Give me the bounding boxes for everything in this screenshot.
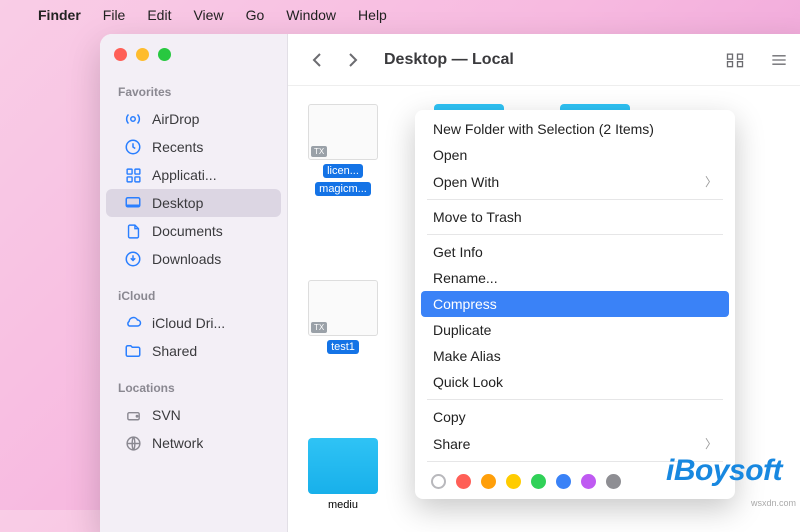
window-controls bbox=[100, 44, 287, 75]
menu-compress[interactable]: Compress bbox=[421, 291, 729, 317]
menu-edit[interactable]: Edit bbox=[147, 7, 171, 23]
close-button[interactable] bbox=[114, 48, 127, 61]
disk-icon bbox=[124, 406, 142, 424]
desktop-icon bbox=[124, 194, 142, 212]
toolbar: Desktop — Local bbox=[288, 34, 800, 86]
file-name: licen... bbox=[323, 164, 363, 178]
zoom-button[interactable] bbox=[158, 48, 171, 61]
cloud-icon bbox=[124, 314, 142, 332]
tag-green[interactable] bbox=[531, 474, 546, 489]
section-title: Locations bbox=[100, 377, 287, 401]
section-title: Favorites bbox=[100, 81, 287, 105]
globe-icon bbox=[124, 434, 142, 452]
menu-copy[interactable]: Copy bbox=[421, 404, 729, 430]
menu-window[interactable]: Window bbox=[286, 7, 336, 23]
back-button[interactable] bbox=[306, 49, 328, 71]
menu-separator bbox=[427, 199, 723, 200]
sidebar-section-locations: Locations SVN Network bbox=[100, 371, 287, 463]
menu-share[interactable]: Share〉 bbox=[421, 430, 729, 457]
menu-view[interactable]: View bbox=[193, 7, 223, 23]
menu-open-with[interactable]: Open With〉 bbox=[421, 168, 729, 195]
menu-make-alias[interactable]: Make Alias bbox=[421, 343, 729, 369]
menu-rename[interactable]: Rename... bbox=[421, 265, 729, 291]
menu-duplicate[interactable]: Duplicate bbox=[421, 317, 729, 343]
clock-icon bbox=[124, 138, 142, 156]
sidebar-item-recents[interactable]: Recents bbox=[106, 133, 281, 161]
file-name: magicm... bbox=[315, 182, 371, 196]
menu-quick-look[interactable]: Quick Look bbox=[421, 369, 729, 395]
folder-item[interactable]: mediu bbox=[300, 438, 386, 512]
sidebar-item-label: SVN bbox=[152, 407, 181, 423]
tag-orange[interactable] bbox=[481, 474, 496, 489]
download-icon bbox=[124, 250, 142, 268]
txt-file-icon: TX bbox=[308, 280, 378, 336]
sidebar-section-icloud: iCloud iCloud Dri... Shared bbox=[100, 279, 287, 371]
tag-none[interactable] bbox=[431, 474, 446, 489]
context-menu[interactable]: New Folder with Selection (2 Items) Open… bbox=[415, 110, 735, 499]
sidebar-item-label: Recents bbox=[152, 139, 203, 155]
sidebar-item-label: Desktop bbox=[152, 195, 203, 211]
icon-view-button[interactable] bbox=[720, 49, 750, 71]
menu-file[interactable]: File bbox=[103, 7, 126, 23]
tag-purple[interactable] bbox=[581, 474, 596, 489]
sidebar-item-applications[interactable]: Applicati... bbox=[106, 161, 281, 189]
file-name: test1 bbox=[327, 340, 359, 354]
menu-move-to-trash[interactable]: Move to Trash bbox=[421, 204, 729, 230]
sidebar-item-label: AirDrop bbox=[152, 111, 199, 127]
menu-get-info[interactable]: Get Info bbox=[421, 239, 729, 265]
chevron-right-icon: 〉 bbox=[705, 435, 717, 452]
attribution: wsxdn.com bbox=[751, 498, 796, 508]
apps-icon bbox=[124, 166, 142, 184]
chevron-right-icon: 〉 bbox=[705, 173, 717, 190]
tag-red[interactable] bbox=[456, 474, 471, 489]
location-title: Desktop — Local bbox=[384, 51, 514, 69]
menu-new-folder[interactable]: New Folder with Selection (2 Items) bbox=[421, 116, 729, 142]
sidebar-item-shared[interactable]: Shared bbox=[106, 337, 281, 365]
sidebar-item-label: iCloud Dri... bbox=[152, 315, 225, 331]
sidebar-item-label: Shared bbox=[152, 343, 197, 359]
tag-gray[interactable] bbox=[606, 474, 621, 489]
file-item[interactable]: TX licen... magicm... bbox=[300, 104, 386, 196]
sidebar-section-favorites: Favorites AirDrop Recents Applicati... D… bbox=[100, 75, 287, 279]
section-title: iCloud bbox=[100, 285, 287, 309]
airdrop-icon bbox=[124, 110, 142, 128]
folder-icon bbox=[308, 438, 378, 494]
sidebar-item-label: Network bbox=[152, 435, 203, 451]
minimize-button[interactable] bbox=[136, 48, 149, 61]
tag-blue[interactable] bbox=[556, 474, 571, 489]
sidebar-item-icloud-drive[interactable]: iCloud Dri... bbox=[106, 309, 281, 337]
sidebar-item-downloads[interactable]: Downloads bbox=[106, 245, 281, 273]
menu-bar[interactable]: Finder File Edit View Go Window Help bbox=[0, 0, 800, 30]
file-item[interactable]: TX test1 bbox=[300, 280, 386, 354]
sidebar-item-label: Documents bbox=[152, 223, 223, 239]
app-menu[interactable]: Finder bbox=[38, 7, 81, 23]
sidebar-item-svn[interactable]: SVN bbox=[106, 401, 281, 429]
list-view-button[interactable] bbox=[764, 49, 794, 71]
sidebar-item-label: Downloads bbox=[152, 251, 221, 267]
sidebar-item-network[interactable]: Network bbox=[106, 429, 281, 457]
menu-separator bbox=[427, 234, 723, 235]
menu-help[interactable]: Help bbox=[358, 7, 387, 23]
sidebar-item-airdrop[interactable]: AirDrop bbox=[106, 105, 281, 133]
sidebar-item-desktop[interactable]: Desktop bbox=[106, 189, 281, 217]
sidebar-item-label: Applicati... bbox=[152, 167, 217, 183]
sidebar-item-documents[interactable]: Documents bbox=[106, 217, 281, 245]
txt-file-icon: TX bbox=[308, 104, 378, 160]
sidebar: Favorites AirDrop Recents Applicati... D… bbox=[100, 34, 288, 532]
menu-open[interactable]: Open bbox=[421, 142, 729, 168]
forward-button[interactable] bbox=[342, 49, 364, 71]
menu-separator bbox=[427, 399, 723, 400]
shared-folder-icon bbox=[124, 342, 142, 360]
tag-yellow[interactable] bbox=[506, 474, 521, 489]
watermark-brand: iBoysoft bbox=[666, 454, 782, 488]
menu-go[interactable]: Go bbox=[246, 7, 265, 23]
doc-icon bbox=[124, 222, 142, 240]
